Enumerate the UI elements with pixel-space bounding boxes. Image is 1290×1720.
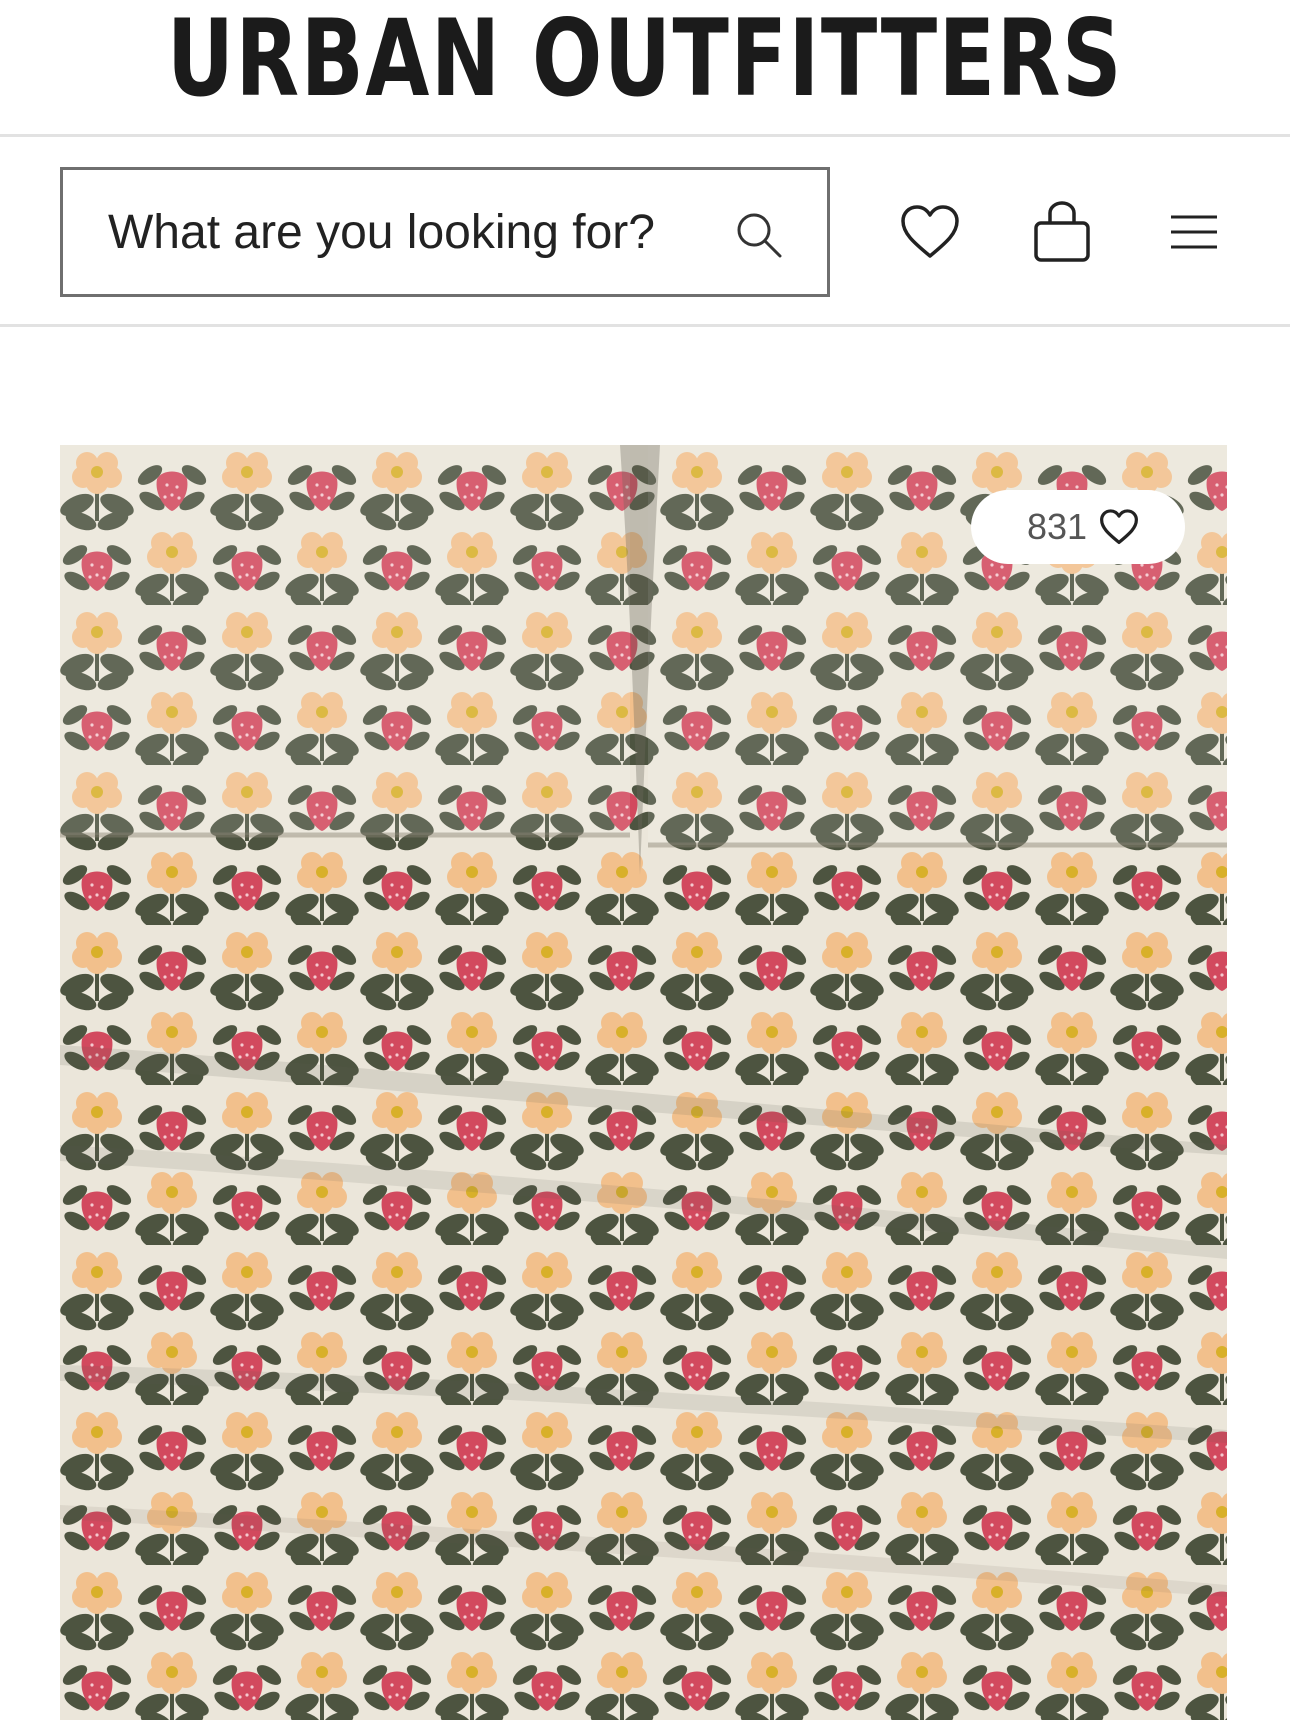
shopping-bag-icon <box>1034 201 1090 262</box>
brand-header: URBAN OUTFITTERS <box>0 0 1290 137</box>
product-image[interactable]: 831 <box>60 445 1227 1720</box>
like-badge[interactable]: 831 <box>971 490 1185 564</box>
search-box[interactable] <box>60 167 830 297</box>
menu-button[interactable] <box>1159 197 1229 267</box>
heart-icon <box>901 205 959 258</box>
like-count: 831 <box>1026 506 1088 547</box>
brand-logo[interactable]: URBAN OUTFITTERS <box>167 0 1123 120</box>
wishlist-button[interactable] <box>895 197 965 267</box>
cart-button[interactable] <box>1027 197 1097 267</box>
search-toolbar <box>0 137 1290 327</box>
search-icon[interactable] <box>733 209 785 261</box>
heart-icon <box>1100 509 1138 545</box>
hamburger-menu-icon <box>1171 215 1217 249</box>
strawberry-flower-sheet-pattern <box>60 445 1227 1720</box>
search-input[interactable] <box>108 204 708 260</box>
